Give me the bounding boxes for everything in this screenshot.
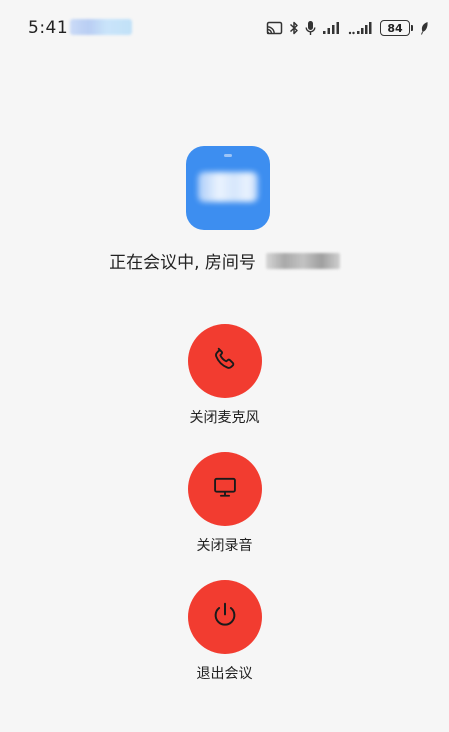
stop-recording-label: 关闭录音	[196, 538, 253, 554]
leave-meeting-label: 退出会议	[196, 666, 253, 682]
leave-meeting-button[interactable]	[187, 580, 262, 654]
room-number-blur	[265, 252, 340, 269]
mute-mic-label: 关闭麦克风	[189, 410, 260, 426]
leaf-icon	[420, 21, 429, 35]
cast-icon	[266, 21, 283, 36]
meeting-status: 正在会议中, 房间号	[0, 248, 449, 273]
phone-icon	[211, 345, 239, 377]
monitor-icon	[211, 473, 239, 505]
status-icons: 84	[266, 18, 429, 38]
app-icon-notch	[224, 154, 232, 157]
microphone-icon	[305, 20, 316, 36]
meeting-screen: 5:41 84 正在会议中, 房间号 关闭麦克风 关闭录音 退出会议	[0, 0, 449, 732]
bluetooth-icon	[289, 20, 299, 36]
power-icon	[210, 600, 240, 634]
app-logo-blur	[198, 172, 258, 202]
meeting-status-text: 正在会议中, 房间号	[109, 253, 256, 273]
leave-meeting-action: 退出会议	[0, 580, 449, 683]
status-notification-blur	[70, 19, 132, 35]
status-time: 5:41	[28, 18, 69, 38]
signal-icon	[322, 21, 342, 35]
battery-icon: 84	[380, 20, 413, 36]
stop-recording-button[interactable]	[187, 452, 262, 526]
mute-mic-button[interactable]	[187, 324, 262, 398]
mute-mic-action: 关闭麦克风	[0, 324, 449, 427]
app-icon	[186, 146, 270, 230]
stop-recording-action: 关闭录音	[0, 452, 449, 555]
signal-icon	[348, 21, 374, 35]
status-bar: 5:41 84	[0, 0, 449, 56]
